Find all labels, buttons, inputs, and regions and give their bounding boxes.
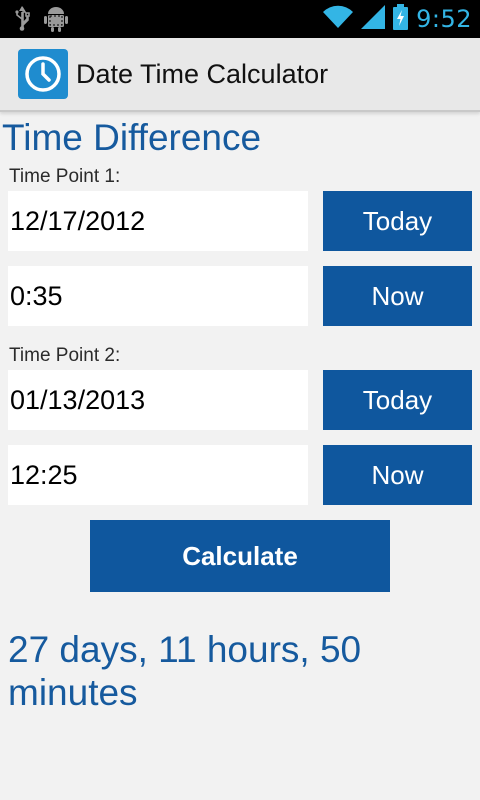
android-debug-icon: [44, 6, 68, 37]
time-point-1-date-field[interactable]: 12/17/2012: [8, 191, 308, 251]
status-bar: 9:52: [0, 0, 480, 38]
battery-charging-icon: [393, 3, 409, 35]
time-point-1-time-field[interactable]: 0:35: [8, 266, 308, 326]
action-bar: Date Time Calculator: [0, 38, 480, 112]
wifi-icon: [323, 5, 354, 34]
status-clock: 9:52: [416, 5, 472, 33]
calculate-button[interactable]: Calculate: [90, 520, 390, 592]
result-text: 27 days, 11 hours, 50 minutes: [8, 629, 362, 713]
time-point-1-label: Time Point 1:: [9, 166, 121, 187]
notification-icons: [14, 6, 68, 37]
time-point-1-today-button[interactable]: Today: [323, 191, 472, 251]
app-title: Date Time Calculator: [76, 59, 329, 89]
usb-icon: [14, 6, 30, 37]
time-point-1-now-button[interactable]: Now: [323, 266, 472, 326]
time-point-2-label: Time Point 2:: [9, 345, 121, 366]
time-point-2-time-field[interactable]: 12:25: [8, 445, 308, 505]
time-point-2-now-button[interactable]: Now: [323, 445, 472, 505]
signal-icon: [361, 4, 386, 34]
time-point-2-today-button[interactable]: Today: [323, 370, 472, 430]
page-title: Time Difference: [2, 117, 262, 158]
clock-icon[interactable]: [18, 49, 68, 99]
time-point-2-date-field[interactable]: 01/13/2013: [8, 370, 308, 430]
